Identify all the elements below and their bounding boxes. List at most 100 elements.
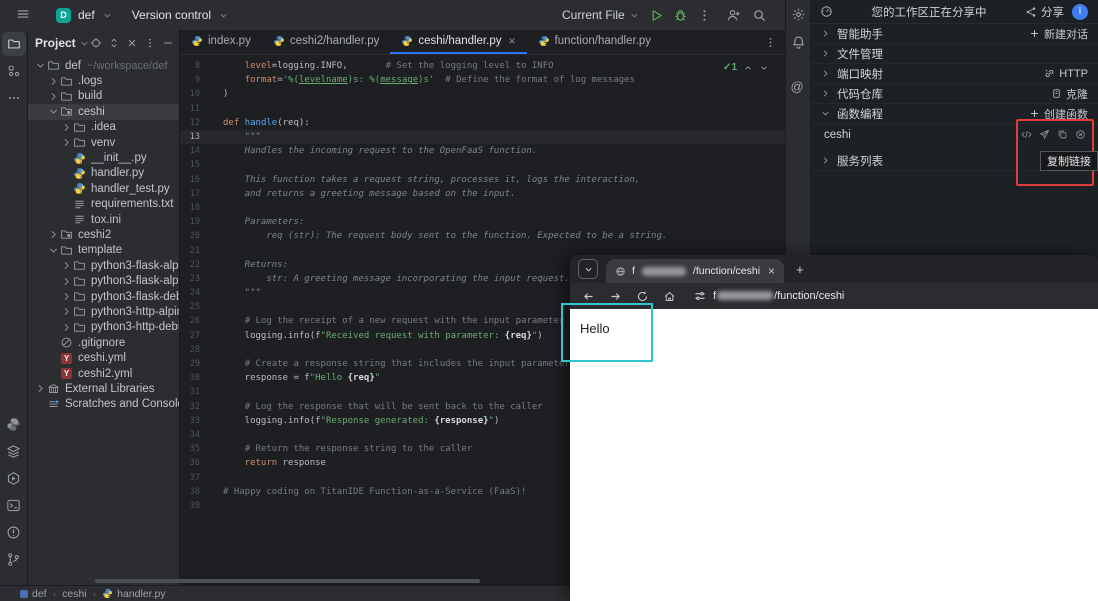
tree-item-python3-http-debian[interactable]: python3-http-debian (28, 320, 179, 335)
code-text: """ (223, 132, 261, 143)
next-problem-icon[interactable] (759, 63, 769, 73)
tree-item--idea[interactable]: .idea (28, 120, 179, 135)
project-panel-title[interactable]: Project (35, 36, 90, 50)
notifications-icon[interactable] (791, 35, 806, 50)
tree-item-handler-test-py[interactable]: handler_test.py (28, 181, 179, 196)
chevron-right-icon[interactable] (60, 321, 73, 334)
chevron-right-icon[interactable] (60, 290, 73, 303)
hide-panel-icon[interactable] (162, 37, 174, 49)
tree-item-build[interactable]: build (28, 89, 179, 104)
chevron-right-icon[interactable] (60, 305, 73, 318)
search-everywhere-icon[interactable] (752, 8, 767, 23)
tree-item--init-py[interactable]: __init__.py (28, 150, 179, 165)
tool-commit[interactable] (2, 59, 26, 83)
inspection-widget[interactable]: ✓1 (723, 62, 769, 73)
expand-all-icon[interactable] (108, 37, 120, 49)
tool-services[interactable] (6, 471, 21, 486)
tool-version-control[interactable] (6, 552, 21, 567)
tree-item-external-libraries[interactable]: External Libraries (28, 381, 179, 396)
left-tool-strip (0, 30, 28, 585)
panel-options-icon[interactable] (144, 37, 156, 49)
home-icon[interactable] (663, 290, 676, 303)
tree-item-python3-flask-alpine-my[interactable]: python3-flask-alpine-my (28, 273, 179, 288)
chevron-down-icon[interactable] (34, 59, 47, 72)
tool-terminal[interactable] (6, 498, 21, 513)
breadcrumb-ceshi[interactable]: ceshi (62, 588, 87, 600)
chevron-right-icon[interactable] (60, 121, 73, 134)
dashboard-icon[interactable] (820, 5, 833, 18)
breadcrumb-def[interactable]: def (20, 588, 47, 600)
close-tab-icon[interactable]: × (768, 265, 775, 277)
chevron-right-icon[interactable] (47, 228, 60, 241)
tree-item-venv[interactable]: venv (28, 135, 179, 150)
chevron-down-icon[interactable] (47, 244, 60, 257)
tree-item-requirements-txt[interactable]: requirements.txt (28, 197, 179, 212)
chevron-right-icon[interactable] (60, 259, 73, 272)
tune-icon[interactable] (694, 290, 706, 302)
tree-item-handler-py[interactable]: handler.py (28, 166, 179, 181)
chevron-right-icon[interactable] (47, 90, 60, 103)
section-action-新建对话[interactable]: 新建对话 (1029, 26, 1088, 42)
chevron-right-icon[interactable] (34, 382, 47, 395)
tree-item-python3-http-alpine[interactable]: python3-http-alpine (28, 304, 179, 319)
tree-item-ceshi2[interactable]: ceshi2 (28, 227, 179, 242)
chevron-right-icon[interactable] (47, 75, 60, 88)
line-number: 22 (189, 259, 200, 270)
close-tab-icon[interactable]: × (508, 35, 515, 47)
tree-item-ceshi[interactable]: ceshi (28, 104, 179, 120)
tab-function-handler-py[interactable]: function/handler.py (527, 30, 663, 54)
settings-icon[interactable] (791, 7, 806, 22)
avatar[interactable]: l (1072, 3, 1088, 20)
locate-file-icon[interactable] (90, 37, 102, 49)
reload-icon[interactable] (636, 290, 649, 303)
tree-item-ceshi-yml[interactable]: Yceshi.yml (28, 350, 179, 365)
collapse-all-icon[interactable] (126, 37, 138, 49)
tool-problems[interactable] (6, 525, 21, 540)
tool-python-console[interactable] (6, 417, 21, 432)
tree-item-ceshi2-yml[interactable]: Yceshi2.yml (28, 366, 179, 381)
section-action-HTTP[interactable]: HTTP (1044, 68, 1088, 80)
section-智能助手[interactable]: 智能助手 新建对话 (810, 24, 1098, 44)
breadcrumb-handler-py[interactable]: handler.py (102, 588, 166, 600)
new-tab-icon[interactable]: + (796, 263, 804, 276)
tree-item--logs[interactable]: .logs (28, 73, 179, 88)
tab-ceshi-handler-py[interactable]: ceshi/handler.py × (390, 30, 527, 54)
tab-index-py[interactable]: index.py (180, 30, 262, 54)
debug-icon[interactable] (673, 8, 688, 23)
tree-item-template[interactable]: template (28, 243, 179, 258)
main-menu-icon[interactable] (11, 2, 35, 26)
forward-icon[interactable] (609, 290, 622, 303)
mentions-icon[interactable]: @ (791, 63, 806, 96)
more-actions-icon[interactable] (697, 8, 712, 23)
browser-tab[interactable]: f/function/ceshi × (606, 259, 785, 283)
section-代码仓库[interactable]: 代码仓库 克隆 (810, 84, 1098, 104)
run-icon[interactable] (649, 8, 664, 23)
tree-item-scratches-and-consoles[interactable]: Scratches and Consoles (28, 397, 179, 412)
section-文件管理[interactable]: 文件管理 (810, 44, 1098, 64)
section-action-克隆[interactable]: 克隆 (1051, 86, 1088, 102)
tree-item-tox-ini[interactable]: tox.ini (28, 212, 179, 227)
tool-project[interactable] (1, 32, 26, 56)
prev-problem-icon[interactable] (743, 63, 753, 73)
tree-item-def[interactable]: def ~/workspace/def (28, 58, 179, 73)
tree-item--gitignore[interactable]: .gitignore (28, 335, 179, 350)
tree-item-python3-flask-debian[interactable]: python3-flask-debian (28, 289, 179, 304)
tab-options-icon[interactable] (764, 36, 777, 49)
tool-more[interactable] (2, 86, 26, 110)
horizontal-scrollbar[interactable] (95, 579, 480, 583)
project-selector[interactable]: def (78, 8, 95, 22)
tool-dependencies[interactable] (6, 444, 21, 459)
chevron-right-icon[interactable] (60, 136, 73, 149)
run-config-selector[interactable]: Current File (562, 8, 640, 22)
address-bar[interactable]: f/function/ceshi (694, 290, 844, 302)
back-icon[interactable] (582, 290, 595, 303)
chevron-down-icon[interactable] (47, 105, 60, 118)
vcs-widget[interactable]: Version control (132, 8, 211, 22)
tree-item-python3-flask-alpine[interactable]: python3-flask-alpine (28, 258, 179, 273)
code-with-me-icon[interactable] (726, 8, 741, 23)
section-端口映射[interactable]: 端口映射 HTTP (810, 64, 1098, 84)
chevron-right-icon[interactable] (60, 275, 73, 288)
tab-ceshi2-handler-py[interactable]: ceshi2/handler.py (262, 30, 391, 54)
browser-collapse-icon[interactable] (578, 259, 598, 279)
share-button[interactable]: 分享 (1025, 4, 1064, 20)
